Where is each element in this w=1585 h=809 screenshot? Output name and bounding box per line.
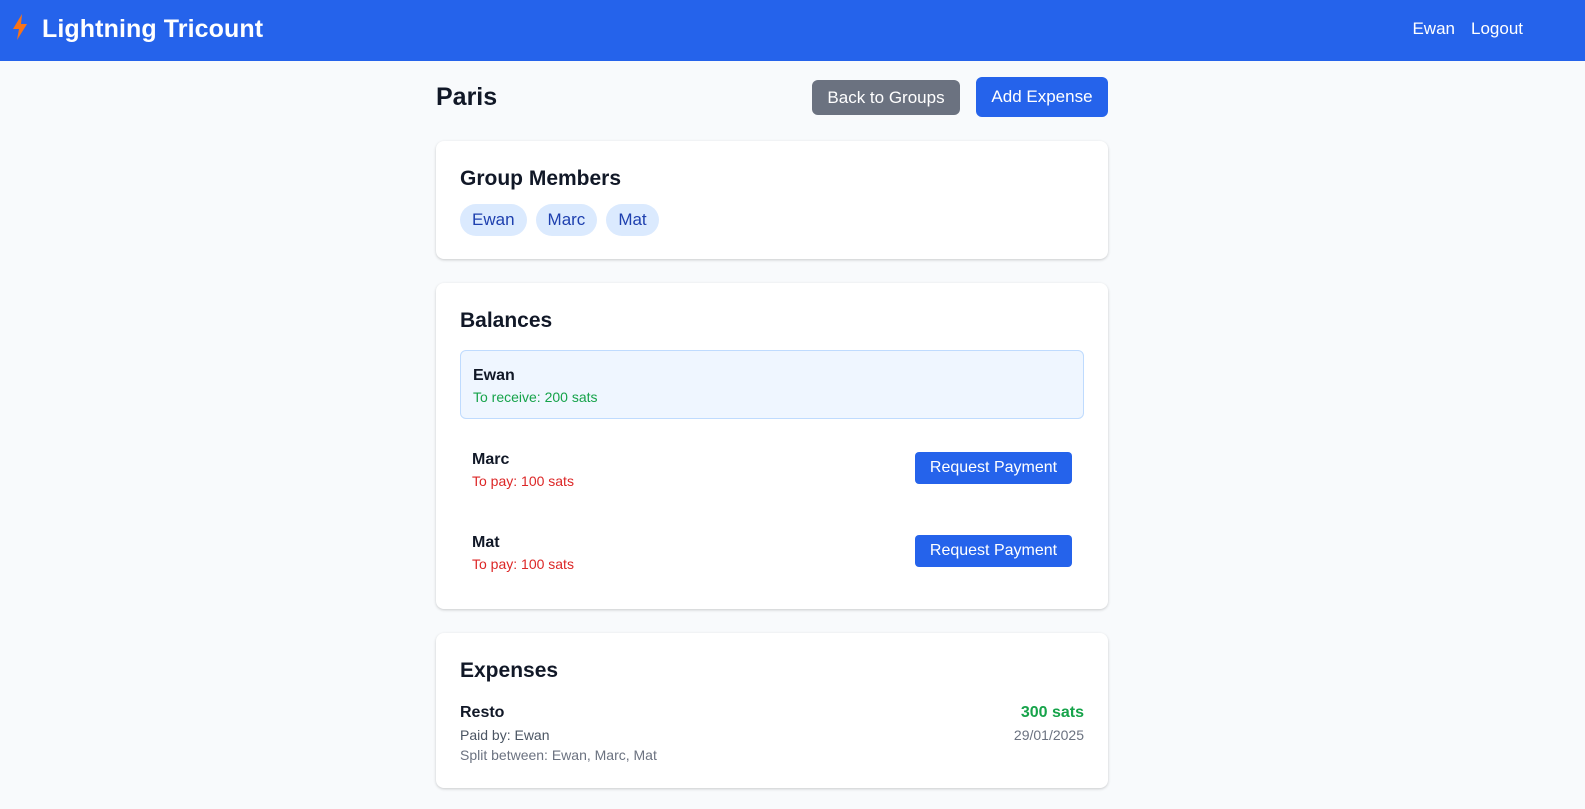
expenses-card: Expenses Resto Paid by: Ewan Split betwe… — [436, 633, 1108, 788]
balance-status: To pay: 100 sats — [472, 556, 574, 572]
lightning-bolt-icon — [12, 14, 28, 45]
back-to-groups-button[interactable]: Back to Groups — [812, 80, 960, 115]
group-members-card: Group Members Ewan Marc Mat — [436, 141, 1108, 259]
balance-row: Marc To pay: 100 sats Request Payment — [460, 435, 1084, 504]
expense-title: Resto — [460, 704, 505, 721]
balance-row: Mat To pay: 100 sats Request Payment — [460, 518, 1084, 587]
member-chip: Ewan — [460, 204, 527, 236]
group-title: Paris — [436, 83, 498, 111]
app-title: Lightning Tricount — [42, 15, 264, 43]
navbar: Lightning Tricount Ewan Logout — [0, 0, 1585, 61]
brand[interactable]: Lightning Tricount — [12, 14, 263, 45]
balances-title: Balances — [460, 309, 553, 332]
page-header: Paris Back to Groups Add Expense — [436, 61, 1108, 141]
expenses-title: Expenses — [460, 659, 559, 682]
request-payment-button[interactable]: Request Payment — [915, 535, 1072, 567]
balance-status: To receive: 200 sats — [473, 389, 598, 405]
expense-paid-by: Paid by: Ewan — [460, 727, 550, 743]
expense-date: 29/01/2025 — [1013, 727, 1084, 743]
balance-status: To pay: 100 sats — [472, 473, 574, 489]
balance-row-current-user: Ewan To receive: 200 sats — [460, 350, 1084, 419]
expense-split: Split between: Ewan, Marc, Mat — [460, 747, 657, 763]
members-title: Group Members — [460, 167, 622, 190]
user-link[interactable]: Ewan — [1412, 19, 1455, 39]
balance-name: Mat — [472, 534, 500, 551]
nav-links: Ewan Logout — [1412, 19, 1523, 39]
add-expense-button[interactable]: Add Expense — [976, 77, 1108, 117]
request-payment-button[interactable]: Request Payment — [915, 452, 1072, 484]
main-content: Paris Back to Groups Add Expense Group M… — [436, 61, 1108, 788]
member-chip: Marc — [535, 204, 598, 236]
balance-name: Ewan — [473, 367, 515, 384]
member-chip: Mat — [606, 204, 659, 236]
logout-link[interactable]: Logout — [1471, 19, 1523, 39]
expense-amount: 300 sats — [1020, 704, 1084, 721]
balances-card: Balances Ewan To receive: 200 sats Marc … — [436, 283, 1108, 609]
balance-name: Marc — [472, 451, 510, 468]
member-chips: Ewan Marc Mat — [460, 204, 659, 236]
